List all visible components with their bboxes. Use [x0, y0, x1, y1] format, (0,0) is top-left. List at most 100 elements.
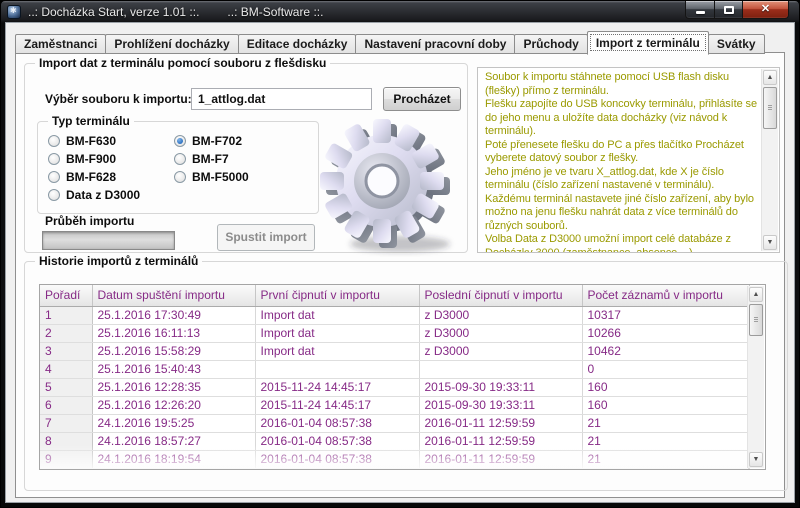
close-icon: ✕ [761, 4, 770, 15]
radio-label: BM-F630 [66, 134, 116, 148]
table-row[interactable]: 824.1.2016 18:57:272016-01-04 08:57:3820… [40, 432, 749, 450]
table-cell: 21 [582, 432, 749, 450]
info-scrollbar[interactable]: ▲ ▼ [761, 69, 778, 251]
table-cell: 2016-01-04 08:57:38 [255, 432, 419, 450]
info-textbox[interactable]: Soubor k importu stáhnete pomocí USB fla… [477, 67, 780, 253]
info-text: Soubor k importu stáhnete pomocí USB fla… [478, 68, 761, 252]
radio-label: BM-F900 [66, 152, 116, 166]
table-cell: 24.1.2016 18:19:54 [92, 450, 255, 468]
row-number-cell: 5 [40, 378, 92, 396]
scroll-up-button[interactable]: ▲ [749, 287, 763, 302]
table-row[interactable]: 125.1.2016 17:30:49Import datz D30001031… [40, 306, 749, 324]
maximize-button[interactable] [715, 1, 743, 19]
table-row[interactable]: 225.1.2016 16:11:13Import datz D30001026… [40, 324, 749, 342]
progress-label: Průběh importu [45, 214, 134, 228]
tab-nastaveni-pracovni-doby[interactable]: Nastavení pracovní doby [355, 34, 515, 54]
radio-label: BM-F5000 [192, 170, 249, 184]
table-cell: Import dat [255, 324, 419, 342]
table-cell: 2015-11-24 14:45:17 [255, 396, 419, 414]
radio-option-bm-f702[interactable]: BM-F702 [174, 132, 249, 150]
radio-selected-icon [174, 135, 186, 147]
table-cell: 10462 [582, 342, 749, 360]
table-cell: 25.1.2016 12:26:20 [92, 396, 255, 414]
table-cell: 21 [582, 414, 749, 432]
tab-import-z-terminalu[interactable]: Import z terminálu [587, 31, 709, 55]
table-cell: 25.1.2016 16:11:13 [92, 324, 255, 342]
tab-strip: ZaměstnanciProhlížení docházkyEditace do… [15, 31, 764, 54]
row-number-cell: 8 [40, 432, 92, 450]
history-table: PořadíDatum spuštění importuPrvní čipnut… [39, 284, 766, 470]
table-cell: 2015-11-24 14:45:17 [255, 378, 419, 396]
terminal-type-group: Typ terminálu BM-F630BM-F900BM-F628Data … [37, 121, 319, 214]
radio-label: BM-F702 [192, 134, 242, 148]
column-header-prvni-cipnuti-v-importu[interactable]: První čipnutí v importu [255, 285, 419, 306]
scroll-down-button[interactable]: ▼ [749, 452, 763, 467]
radio-icon [174, 171, 186, 183]
table-row[interactable]: 325.1.2016 15:58:29Import datz D30001046… [40, 342, 749, 360]
table-cell: 2015-09-30 19:33:11 [419, 378, 582, 396]
column-header-datum-spusteni-importu[interactable]: Datum spuštění importu [92, 285, 255, 306]
table-row[interactable]: 924.1.2016 18:19:542016-01-04 08:57:3820… [40, 450, 749, 468]
table-cell: 2016-01-04 08:57:38 [255, 450, 419, 468]
table-cell: 25.1.2016 15:58:29 [92, 342, 255, 360]
table-cell: 160 [582, 396, 749, 414]
history-group: Historie importů z terminálů PořadíDatum… [24, 261, 788, 491]
radio-option-bm-f5000[interactable]: BM-F5000 [174, 168, 249, 186]
row-number-cell: 3 [40, 342, 92, 360]
gear-icon [316, 117, 458, 257]
titlebar[interactable]: ..: Docházka Start, verze 1.01 ::. ..: B… [1, 1, 799, 22]
scroll-thumb[interactable] [763, 87, 777, 129]
tab-pruchody[interactable]: Průchody [514, 34, 587, 54]
close-button[interactable]: ✕ [743, 1, 789, 19]
radio-icon [48, 171, 60, 183]
table-row[interactable]: 425.1.2016 15:40:430 [40, 360, 749, 378]
radio-option-bm-f628[interactable]: BM-F628 [48, 168, 140, 186]
table-cell: 2016-01-11 12:59:59 [419, 414, 582, 432]
window-title-brand: ..: BM-Software ::. [227, 5, 323, 19]
minimize-button[interactable] [685, 1, 715, 19]
table-row[interactable]: 525.1.2016 12:28:352015-11-24 14:45:1720… [40, 378, 749, 396]
app-window: ..: Docházka Start, verze 1.01 ::. ..: B… [0, 0, 800, 508]
radio-option-bm-f630[interactable]: BM-F630 [48, 132, 140, 150]
terminal-type-column-left: BM-F630 BM-F900 BM-F628 Data z D3000 [48, 132, 140, 204]
table-cell [419, 360, 582, 378]
client-area: ZaměstnanciProhlížení docházkyEditace do… [5, 22, 795, 503]
table-cell: 25.1.2016 15:40:43 [92, 360, 255, 378]
radio-option-bm-f900[interactable]: BM-F900 [48, 150, 140, 168]
column-header-posledni-cipnuti-v-importu[interactable]: Poslední čipnutí v importu [419, 285, 582, 306]
minimize-icon [696, 11, 705, 14]
row-number-cell: 6 [40, 396, 92, 414]
start-import-button[interactable]: Spustit import [217, 224, 315, 251]
table-cell: 10317 [582, 306, 749, 324]
radio-label: BM-F628 [66, 170, 116, 184]
history-group-title: Historie importů z terminálů [35, 254, 202, 268]
radio-label: Data z D3000 [66, 188, 140, 202]
table-scrollbar[interactable]: ▲ ▼ [747, 286, 764, 468]
table-cell: 2016-01-11 12:59:59 [419, 432, 582, 450]
scroll-up-button[interactable]: ▲ [763, 70, 777, 85]
column-header-poradi[interactable]: Pořadí [40, 285, 92, 306]
browse-button[interactable]: Procházet [383, 87, 461, 111]
table-cell: 2015-09-30 19:33:11 [419, 396, 582, 414]
radio-option-bm-f7[interactable]: BM-F7 [174, 150, 249, 168]
tab-svatky[interactable]: Svátky [708, 34, 765, 54]
radio-icon [48, 135, 60, 147]
table-header-row: PořadíDatum spuštění importuPrvní čipnut… [40, 285, 749, 306]
table-row[interactable]: 724.1.2016 19:5:252016-01-04 08:57:38201… [40, 414, 749, 432]
import-group-title: Import dat z terminálu pomocí souboru z … [35, 56, 330, 70]
tab-zamestnanci[interactable]: Zaměstnanci [15, 34, 106, 54]
file-input[interactable] [191, 88, 372, 110]
tab-editace-dochazky[interactable]: Editace docházky [238, 34, 357, 54]
tab-prohlizeni-dochazky[interactable]: Prohlížení docházky [105, 34, 238, 54]
scroll-thumb[interactable] [749, 304, 763, 336]
app-icon [7, 5, 21, 19]
progress-bar [42, 231, 175, 250]
table-cell: 25.1.2016 12:28:35 [92, 378, 255, 396]
row-number-cell: 9 [40, 450, 92, 468]
scroll-down-button[interactable]: ▼ [763, 235, 777, 250]
table-row[interactable]: 625.1.2016 12:26:202015-11-24 14:45:1720… [40, 396, 749, 414]
table-cell: 21 [582, 450, 749, 468]
radio-option-data-z-d3000[interactable]: Data z D3000 [48, 186, 140, 204]
terminal-type-group-title: Typ terminálu [48, 114, 134, 128]
column-header-pocet-zaznamu-v-importu[interactable]: Počet záznamů v importu [582, 285, 749, 306]
